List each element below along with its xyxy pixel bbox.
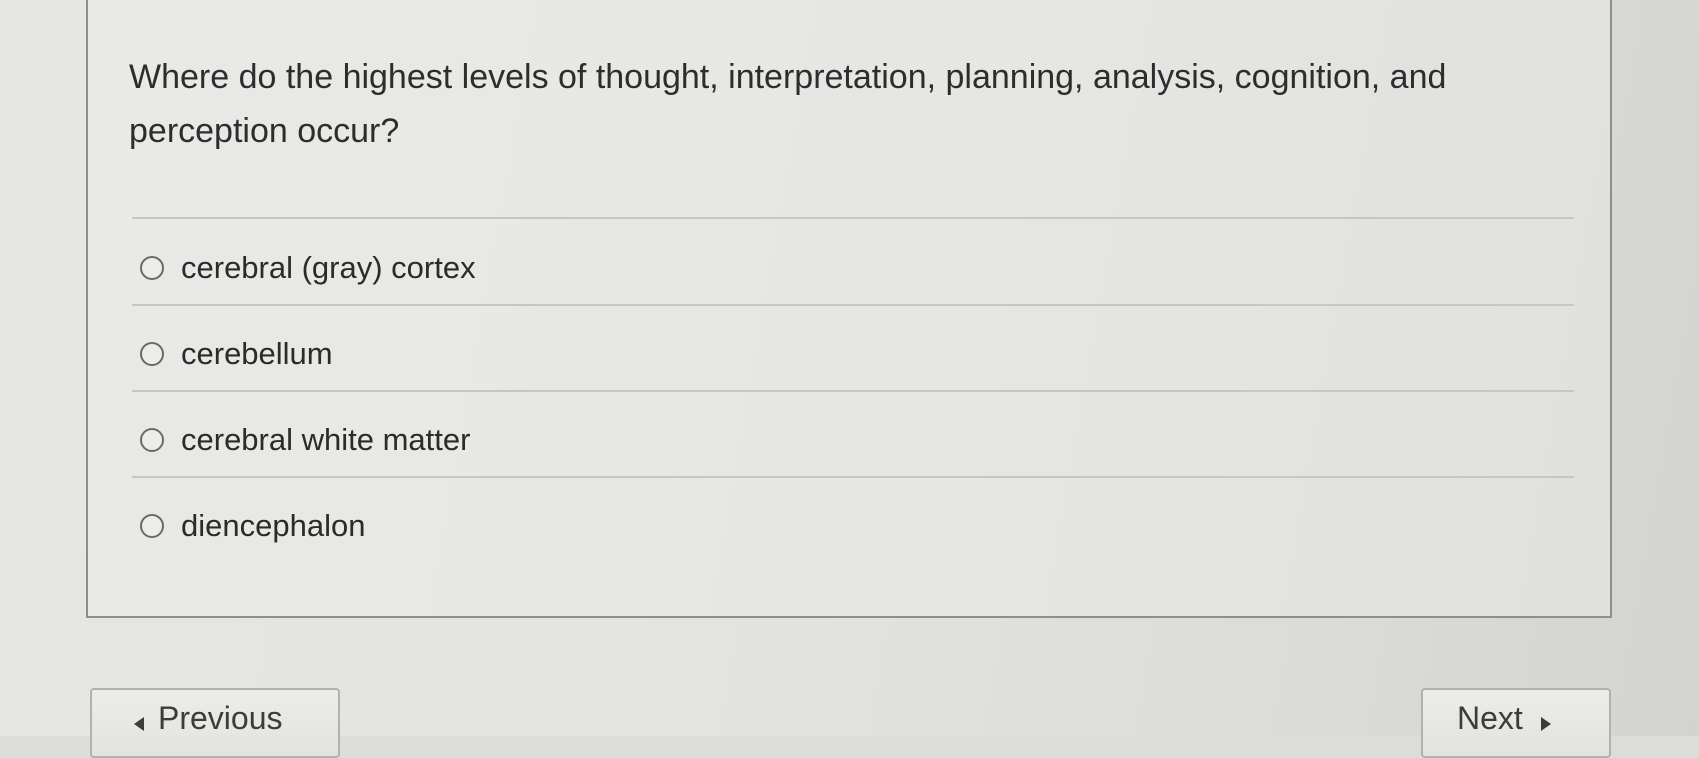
radio-unselected-icon[interactable]: [140, 256, 164, 280]
caret-left-icon: [134, 717, 144, 731]
radio-unselected-icon[interactable]: [140, 514, 164, 538]
answer-option-cerebellum[interactable]: cerebellum: [140, 329, 333, 379]
answer-option-label: diencephalon: [181, 508, 366, 543]
quiz-screen: Where do the highest levels of thought, …: [0, 0, 1699, 758]
divider: [132, 390, 1574, 392]
question-text: Where do the highest levels of thought, …: [129, 58, 1447, 150]
caret-right-icon: [1540, 717, 1551, 731]
answer-option-label: cerebellum: [181, 336, 333, 371]
question-card: Where do the highest levels of thought, …: [86, 0, 1612, 618]
answer-option-label: cerebral white matter: [181, 422, 471, 457]
previous-button[interactable]: Previous: [90, 688, 340, 758]
next-button[interactable]: Next: [1421, 688, 1611, 758]
divider: [132, 304, 1574, 306]
radio-unselected-icon[interactable]: [140, 428, 164, 452]
previous-button-label: Previous: [158, 700, 283, 736]
answer-option-diencephalon[interactable]: diencephalon: [140, 501, 365, 551]
divider: [132, 217, 1574, 219]
answer-option-label: cerebral (gray) cortex: [181, 250, 476, 285]
divider: [132, 476, 1574, 478]
answer-option-cerebral-cortex[interactable]: cerebral (gray) cortex: [140, 243, 476, 293]
answer-option-cerebral-white-matter[interactable]: cerebral white matter: [140, 415, 470, 465]
radio-unselected-icon[interactable]: [140, 342, 164, 366]
next-button-label: Next: [1457, 700, 1523, 736]
